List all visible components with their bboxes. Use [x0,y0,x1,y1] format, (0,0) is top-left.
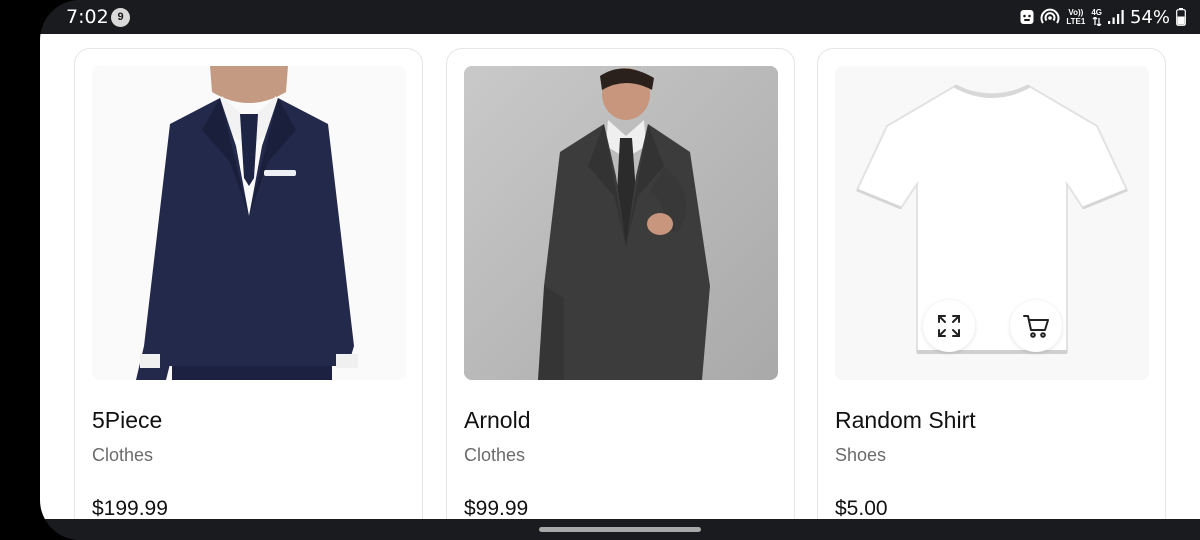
product-title[interactable]: Random Shirt [835,407,976,434]
screen: 7:02 9 Vo)) LTE1 4G 54% 5Piece Clothes $… [40,0,1200,540]
product-price: $5.00 [835,497,888,519]
status-icons: Vo)) LTE1 4G 54% [1020,6,1186,28]
status-time: 7:02 [66,6,109,28]
lte-label: LTE1 [1066,17,1086,26]
product-image[interactable] [92,66,406,380]
product-price: $199.99 [92,497,168,519]
expand-button[interactable] [923,300,975,352]
product-title[interactable]: 5Piece [92,407,162,434]
notification-count-badge: 9 [111,8,130,27]
product-card[interactable]: 5Piece Clothes $199.99 [74,48,423,519]
product-image[interactable] [464,66,778,380]
signal-icon [1107,9,1124,25]
product-grid: 5Piece Clothes $199.99 Arnold Clothes $9… [40,34,1200,519]
android-head-icon [1020,9,1034,25]
product-category: Shoes [835,445,887,465]
network-label: 4G [1091,8,1102,17]
cart-icon [1022,313,1050,339]
device-frame: 7:02 9 Vo)) LTE1 4G 54% 5Piece Clothes $… [0,0,1200,540]
product-title[interactable]: Arnold [464,407,530,434]
status-bar: 7:02 9 Vo)) LTE1 4G 54% [40,0,1200,34]
product-category: Clothes [92,445,154,465]
product-category: Clothes [464,445,526,465]
battery-icon [1176,8,1186,26]
home-gesture-handle[interactable] [539,527,701,532]
product-card[interactable]: Arnold Clothes $99.99 [446,48,795,519]
battery-percent: 54% [1129,6,1170,28]
add-to-cart-button[interactable] [1010,300,1062,352]
product-image[interactable] [835,66,1149,380]
volte-label: Vo)) [1068,8,1084,17]
product-card[interactable]: Random Shirt Shoes $5.00 [817,48,1166,519]
expand-icon [936,313,962,339]
product-price: $99.99 [464,497,529,519]
volte-icon: Vo)) LTE1 [1066,8,1085,26]
navigation-bar [40,519,1200,540]
hotspot-icon [1040,8,1060,26]
network-type-icon: 4G [1091,8,1102,26]
